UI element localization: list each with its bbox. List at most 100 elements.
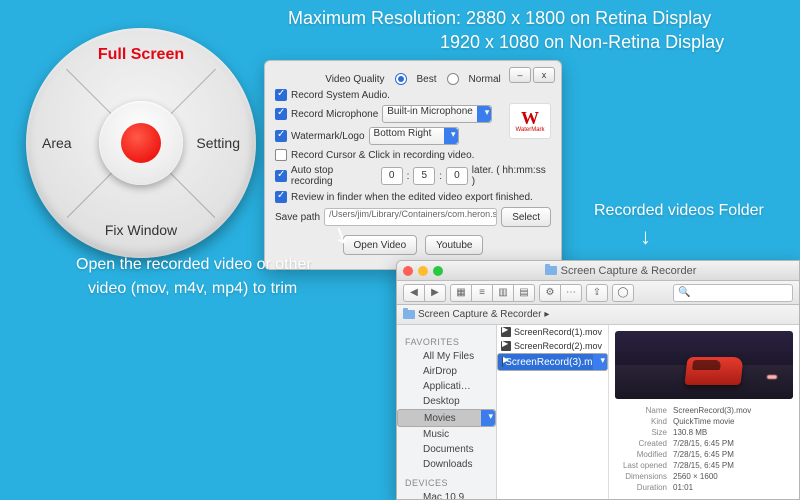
save-path-label: Save path: [275, 212, 320, 223]
search-icon: 🔍: [678, 287, 690, 298]
finder-file-column: ScreenRecord(1).movScreenRecord(2).movSc…: [497, 325, 609, 499]
folder-icon: [545, 266, 557, 275]
headline-resolution-retina: Maximum Resolution: 2880 x 1800 on Retin…: [288, 8, 711, 29]
view-cover-button[interactable]: ▤: [513, 284, 535, 302]
sidebar-item[interactable]: Mac 10.9: [397, 490, 496, 500]
finder-sidebar: Favorites All My FilesAirDropApplicati…D…: [397, 325, 497, 499]
sidebar-item-icon: [407, 397, 419, 407]
caption-open-video-line2: video (mov, m4v, mp4) to trim: [88, 280, 297, 298]
quality-best-label: Best: [417, 74, 437, 85]
action-button[interactable]: ⋯: [560, 284, 582, 302]
sidebar-item-icon: [407, 445, 419, 455]
movie-icon: [501, 327, 511, 337]
sidebar-item[interactable]: All My Files: [397, 349, 496, 364]
record-cursor-checkbox[interactable]: [275, 149, 287, 161]
view-icon-button[interactable]: ▦: [450, 284, 472, 302]
search-input[interactable]: 🔍: [673, 284, 793, 302]
traffic-close[interactable]: [403, 266, 413, 276]
file-row[interactable]: ScreenRecord(2).mov: [497, 339, 608, 353]
dial-setting[interactable]: Setting: [196, 135, 240, 151]
meta-key: Kind: [615, 417, 667, 426]
meta-value: 7/28/15, 6:45 PM: [673, 450, 793, 459]
meta-key: Modified: [615, 450, 667, 459]
auto-stop-suffix: later. ( hh:mm:ss ): [472, 165, 551, 187]
arrange-button[interactable]: ⚙: [539, 284, 561, 302]
meta-value: 2560 × 1600: [673, 472, 793, 481]
meta-value: QuickTime movie: [673, 417, 793, 426]
sidebar-item-icon: [407, 460, 419, 470]
quality-normal-radio[interactable]: [447, 73, 459, 85]
sidebar-item[interactable]: Downloads: [397, 457, 496, 472]
meta-key: Size: [615, 428, 667, 437]
watermark-checkbox[interactable]: [275, 130, 287, 142]
sidebar-item[interactable]: Desktop: [397, 394, 496, 409]
finder-toolbar: ◀ ▶ ▦ ≡ ▥ ▤ ⚙ ⋯ ⇪ ◯ 🔍: [397, 281, 799, 305]
file-row[interactable]: ScreenRecord(3).mov: [497, 353, 608, 371]
meta-value: 01:01: [673, 483, 793, 492]
finder-pathbar: Screen Capture & Recorder ▸: [397, 305, 799, 325]
arrow-icon: ↓: [640, 224, 651, 250]
minimize-button[interactable]: –: [509, 67, 531, 83]
review-finder-checkbox[interactable]: [275, 191, 287, 203]
record-button[interactable]: [121, 123, 161, 163]
watermark-preview-label: WaterMark: [515, 127, 544, 133]
finder-titlebar: Screen Capture & Recorder: [397, 261, 799, 281]
folder-icon: [403, 310, 415, 319]
view-column-button[interactable]: ▥: [492, 284, 514, 302]
quality-normal-label: Normal: [469, 74, 501, 85]
select-path-button[interactable]: Select: [501, 207, 551, 227]
tags-button[interactable]: ◯: [612, 284, 634, 302]
sidebar-item-icon: [407, 430, 419, 440]
chevron-right-icon: ▸: [544, 309, 549, 320]
auto-stop-hh[interactable]: 0: [381, 167, 403, 185]
auto-stop-label: Auto stop recording: [291, 165, 377, 187]
caption-open-video-line1: Open the recorded video or other: [76, 256, 312, 274]
sidebar-item[interactable]: Applicati…: [397, 379, 496, 394]
share-button[interactable]: ⇪: [586, 284, 608, 302]
save-path-field[interactable]: /Users/jim/Library/Containers/com.heron.…: [324, 208, 497, 226]
meta-key: Dimensions: [615, 472, 667, 481]
watermark-position-select[interactable]: Bottom Right: [369, 127, 459, 145]
video-quality-label: Video Quality: [325, 74, 384, 85]
record-cursor-label: Record Cursor & Click in recording video…: [291, 150, 474, 161]
forward-button[interactable]: ▶: [424, 284, 446, 302]
sidebar-item[interactable]: Music: [397, 427, 496, 442]
youtube-button[interactable]: Youtube: [425, 235, 483, 255]
sidebar-item-icon: [407, 382, 419, 392]
meta-key: Created: [615, 439, 667, 448]
traffic-zoom[interactable]: [433, 266, 443, 276]
sidebar-item-icon: [408, 413, 420, 423]
review-finder-label: Review in finder when the edited video e…: [291, 192, 533, 203]
microphone-select[interactable]: Built-in Microphone: [382, 105, 492, 123]
auto-stop-checkbox[interactable]: [275, 170, 287, 182]
finder-window: Screen Capture & Recorder ◀ ▶ ▦ ≡ ▥ ▤ ⚙ …: [396, 260, 800, 500]
settings-panel: – x Video Quality Best Normal Record Sys…: [264, 60, 562, 270]
record-system-audio-label: Record System Audio.: [291, 90, 390, 101]
dial-fix-window[interactable]: Fix Window: [26, 222, 256, 238]
sidebar-item[interactable]: AirDrop: [397, 364, 496, 379]
watermark-label: Watermark/Logo: [291, 131, 365, 142]
path-segment-label: Screen Capture & Recorder: [418, 309, 541, 320]
close-button[interactable]: x: [533, 67, 555, 83]
sidebar-item[interactable]: Movies: [397, 409, 496, 427]
headline-resolution-nonretina: 1920 x 1080 on Non-Retina Display: [440, 32, 724, 53]
meta-key: Last opened: [615, 461, 667, 470]
finder-title: Screen Capture & Recorder: [561, 265, 697, 277]
quality-best-radio[interactable]: [395, 73, 407, 85]
watermark-preview[interactable]: W WaterMark: [509, 103, 551, 139]
dial-area[interactable]: Area: [42, 135, 72, 151]
open-video-button[interactable]: Open Video: [343, 235, 418, 255]
file-row[interactable]: ScreenRecord(1).mov: [497, 325, 608, 339]
auto-stop-ss[interactable]: 0: [446, 167, 468, 185]
record-microphone-checkbox[interactable]: [275, 108, 287, 120]
back-button[interactable]: ◀: [403, 284, 425, 302]
traffic-minimize[interactable]: [418, 266, 428, 276]
dial-full-screen[interactable]: Full Screen: [26, 46, 256, 64]
sidebar-item-icon: [407, 352, 419, 362]
path-segment[interactable]: Screen Capture & Recorder ▸: [403, 309, 549, 320]
record-system-audio-checkbox[interactable]: [275, 89, 287, 101]
auto-stop-mm[interactable]: 5: [413, 167, 435, 185]
view-list-button[interactable]: ≡: [471, 284, 493, 302]
sidebar-item[interactable]: Documents: [397, 442, 496, 457]
movie-icon: [501, 341, 511, 351]
